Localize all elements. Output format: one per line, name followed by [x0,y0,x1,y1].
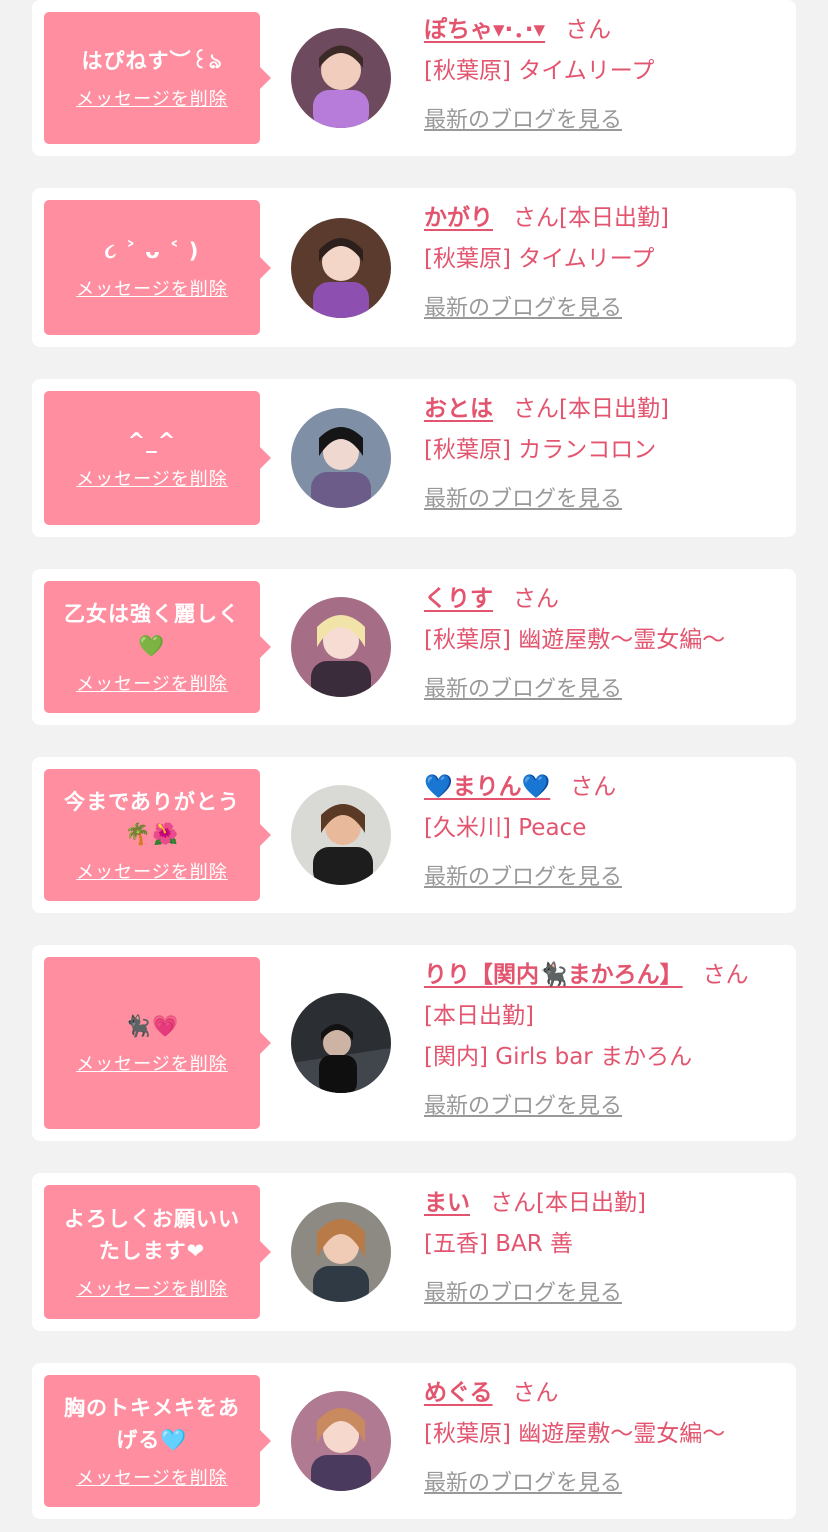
delete-message-link[interactable]: メッセージを削除 [76,670,228,696]
girl-info: くりす さん [秋葉原] 幽遊屋敷〜霊女編〜 最新のブログを見る [424,579,772,710]
girl-name-link[interactable]: かがり [424,205,493,231]
name-row: ぽちゃ▾·．·▾ さん [424,10,772,51]
latest-blog-link[interactable]: 最新のブログを見る [424,1086,622,1127]
name-row: りり【関内🐈‍⬛まかろん】 さん [本日出勤] [424,955,772,1037]
latest-blog-link[interactable]: 最新のブログを見る [424,857,622,898]
message-text: 🐈‍⬛💗 [124,1014,180,1038]
san-label: さん [513,586,559,612]
delete-message-link[interactable]: メッセージを削除 [76,275,228,301]
name-row: まい さん[本日出勤] [424,1183,772,1224]
area-shop: [久米川] Peace [424,815,587,841]
avatar[interactable] [291,597,391,697]
latest-blog-link[interactable]: 最新のブログを見る [424,288,622,329]
latest-blog-link[interactable]: 最新のブログを見る [424,1463,622,1504]
avatar[interactable] [291,1391,391,1491]
latest-blog-link[interactable]: 最新のブログを見る [424,669,622,710]
message-text: はぴねす︶꒰ঌ [81,49,223,73]
girl-info: めぐる さん [秋葉原] 幽遊屋敷〜霊女編〜 最新のブログを見る [424,1373,772,1504]
girl-info: おとは さん[本日出勤] [秋葉原] カランコロン 最新のブログを見る [424,389,772,520]
message-bubble: 胸のトキメキをあげる🩵 メッセージを削除 [44,1375,260,1507]
message-text: 今までありがとう🌴🌺 [64,790,240,846]
name-row: おとは さん[本日出勤] [424,389,772,430]
status-badge: [本日出勤] [559,205,669,231]
san-label: さん [513,396,559,422]
avatar[interactable] [291,218,391,318]
area-shop: [五香] BAR 善 [424,1231,574,1257]
girl-card: 今までありがとう🌴🌺 メッセージを削除 💙まりん💙 さん [久米川] Peace … [32,757,796,913]
girl-name-link[interactable]: りり【関内🐈‍⬛まかろん】 [424,962,683,988]
avatar[interactable] [291,785,391,885]
message-bubble: よろしくお願いいたします❤ メッセージを削除 [44,1185,260,1319]
name-row: くりす さん [424,579,772,620]
girl-card: はぴねす︶꒰ঌ メッセージを削除 ぽちゃ▾·．·▾ さん [秋葉原] タイムリープ… [32,0,796,156]
message-bubble: 乙女は強く麗しく💚 メッセージを削除 [44,581,260,713]
message-text: ^_^ [127,429,177,453]
area-shop: [秋葉原] カランコロン [424,437,657,463]
girl-name-link[interactable]: ぽちゃ▾·．·▾ [424,17,545,43]
avatar[interactable] [291,28,391,128]
girl-card: 乙女は強く麗しく💚 メッセージを削除 くりす さん [秋葉原] 幽遊屋敷〜霊女編〜… [32,569,796,725]
status-badge: [本日出勤] [536,1190,646,1216]
girl-name-link[interactable]: おとは [424,396,493,422]
name-row: めぐる さん [424,1373,772,1414]
message-bubble: はぴねす︶꒰ঌ メッセージを削除 [44,12,260,144]
status-badge: [本日出勤] [559,396,669,422]
girl-info: まい さん[本日出勤] [五香] BAR 善 最新のブログを見る [424,1183,772,1314]
san-label: さん [512,1380,559,1406]
san-label: さん [565,17,612,43]
name-row: かがり さん[本日出勤] [424,198,772,239]
girl-info: 💙まりん💙 さん [久米川] Peace 最新のブログを見る [424,767,772,898]
girl-card: 🐈‍⬛💗 メッセージを削除 りり【関内🐈‍⬛まかろん】 さん [本日出勤] [関内]… [32,945,796,1141]
message-bubble: 今までありがとう🌴🌺 メッセージを削除 [44,769,260,901]
girl-card: ^_^ メッセージを削除 おとは さん[本日出勤] [秋葉原] カランコロン 最新… [32,379,796,537]
name-row: 💙まりん💙 さん [424,767,772,808]
latest-blog-link[interactable]: 最新のブログを見る [424,1273,622,1314]
message-bubble: 🐈‍⬛💗 メッセージを削除 [44,957,260,1129]
message-bubble: ^_^ メッセージを削除 [44,391,260,525]
girl-name-link[interactable]: 💙まりん💙 [424,774,550,800]
delete-message-link[interactable]: メッセージを削除 [76,1275,228,1301]
girl-name-link[interactable]: まい [424,1190,470,1216]
delete-message-link[interactable]: メッセージを削除 [76,85,228,111]
girl-card: ૮ ˃ ᴗ ˂ ) メッセージを削除 かがり さん[本日出勤] [秋葉原] タイム… [32,188,796,347]
message-text: 乙女は強く麗しく💚 [64,602,240,658]
girl-info: りり【関内🐈‍⬛まかろん】 さん [本日出勤] [関内] Girls bar まかろ… [424,955,772,1127]
san-label: さん [513,205,559,231]
area-shop: [秋葉原] タイムリープ [424,246,655,272]
san-label: さん [570,774,617,800]
delete-message-link[interactable]: メッセージを削除 [76,858,228,884]
area-shop: [秋葉原] タイムリープ [424,58,655,84]
girl-info: かがり さん[本日出勤] [秋葉原] タイムリープ 最新のブログを見る [424,198,772,329]
girl-name-link[interactable]: めぐる [424,1380,493,1406]
latest-blog-link[interactable]: 最新のブログを見る [424,479,622,520]
area-shop: [秋葉原] 幽遊屋敷〜霊女編〜 [424,627,726,653]
avatar[interactable] [291,408,391,508]
delete-message-link[interactable]: メッセージを削除 [76,465,228,491]
delete-message-link[interactable]: メッセージを削除 [76,1464,228,1490]
message-text: 胸のトキメキをあげる🩵 [64,1396,240,1452]
avatar[interactable] [291,993,391,1093]
delete-message-link[interactable]: メッセージを削除 [76,1050,228,1076]
san-label: さん [490,1190,536,1216]
girl-name-link[interactable]: くりす [424,586,493,612]
area-shop: [関内] Girls bar まかろん [424,1044,693,1070]
girl-card: 胸のトキメキをあげる🩵 メッセージを削除 めぐる さん [秋葉原] 幽遊屋敷〜霊女… [32,1363,796,1519]
message-text: よろしくお願いいたします❤ [64,1207,240,1263]
san-label: さん [702,962,749,988]
message-text: ૮ ˃ ᴗ ˂ ) [104,238,200,263]
message-bubble: ૮ ˃ ᴗ ˂ ) メッセージを削除 [44,200,260,335]
latest-blog-link[interactable]: 最新のブログを見る [424,100,622,141]
area-shop: [秋葉原] 幽遊屋敷〜霊女編〜 [424,1421,726,1447]
status-badge: [本日出勤] [424,1003,534,1029]
girl-info: ぽちゃ▾·．·▾ さん [秋葉原] タイムリープ 最新のブログを見る [424,10,772,141]
girl-card: よろしくお願いいたします❤ メッセージを削除 まい さん[本日出勤] [五香] B… [32,1173,796,1331]
avatar[interactable] [291,1202,391,1302]
